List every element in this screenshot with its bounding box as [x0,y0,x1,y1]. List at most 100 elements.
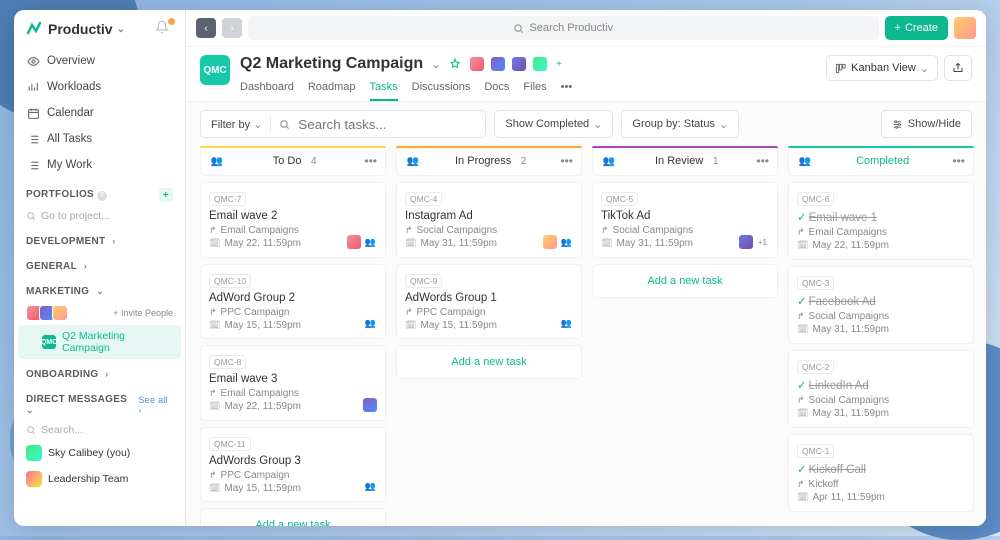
avatar[interactable] [532,56,548,72]
task-card[interactable]: QMC-11AdWords Group 3PPC CampaignMay 15,… [200,427,386,502]
members-icon[interactable]: 👥 [560,317,573,330]
onboarding-section[interactable]: ONBOARDING › [14,359,185,384]
add-member-icon[interactable]: + [553,59,562,70]
user-avatar[interactable] [954,17,976,39]
more-avatars[interactable]: +1 [756,238,769,247]
notification-dot [168,18,175,25]
create-button[interactable]: +Create [885,16,948,40]
nav-back-button[interactable]: ‹ [196,18,216,38]
task-card[interactable]: QMC-2LinkedIn AdSocial CampaignsMay 31, … [788,350,974,428]
avatar[interactable] [543,235,557,249]
avatar[interactable] [347,235,361,249]
direct-messages-section[interactable]: DIRECT MESSAGES ⌄ See all › [14,384,185,420]
tab-discussions[interactable]: Discussions [412,77,471,101]
add-portfolio-button[interactable]: + [159,188,173,202]
development-section[interactable]: DEVELOPMENT › [14,226,185,251]
nav-forward-button[interactable]: › [222,18,242,38]
members-icon[interactable]: 👥 [209,153,225,169]
members-icon[interactable]: 👥 [364,480,377,493]
avatar[interactable] [469,56,485,72]
dm-item[interactable]: Sky Calibey (you) [14,440,185,466]
card-title: Instagram Ad [405,210,573,222]
task-card[interactable]: QMC-6Email wave 1Email CampaignsMay 22, … [788,182,974,260]
tab-roadmap[interactable]: Roadmap [308,77,356,101]
group-by-selector[interactable]: Group by: Status ⌄ [621,110,739,138]
column-title: In Progress 2 [421,155,560,167]
column-header: 👥To Do 4••• [200,146,386,176]
marketing-section[interactable]: MARKETING ⌄ [14,276,185,301]
avatar[interactable] [52,305,68,321]
sidebar-item-q2-marketing[interactable]: QMC Q2 Marketing Campaign [18,325,181,359]
global-search[interactable]: Search Productiv [248,16,879,40]
sidebar: Productiv ⌄ OverviewWorkloadsCalendar All… [14,10,186,526]
tab-files[interactable]: Files [523,77,546,101]
card-title: Email wave 1 [797,210,965,224]
column-done: 👥Completed••• QMC-6 Email wave 1 Email Camp… [788,146,974,516]
view-selector[interactable]: Kanban View ⌄ [826,55,938,81]
column-more-button[interactable]: ••• [364,154,377,168]
filter-search-box: Filter by ⌄ [200,110,486,138]
tab-more[interactable]: ••• [561,77,573,101]
task-card[interactable]: QMC-4Instagram AdSocial CampaignsMay 31,… [396,182,582,258]
group-by-value: Status [684,118,715,130]
project-header: QMC Q2 Marketing Campaign ⌄ + DashboardR… [186,47,986,102]
task-card[interactable]: QMC-5TikTok AdSocial CampaignsMay 31, 11… [592,182,778,258]
task-card[interactable]: QMC-1Kickoff CallKickoffApr 11, 11:59pm [788,434,974,512]
task-card[interactable]: QMC-9AdWords Group 1PPC CampaignMay 15, … [396,264,582,339]
card-id: QMC-6 [797,192,834,206]
kanban-icon [835,63,846,74]
filter-button[interactable]: Filter by ⌄ [211,118,262,131]
members-icon[interactable]: 👥 [601,153,617,169]
card-id: QMC-4 [405,192,442,206]
members-icon[interactable]: 👥 [405,153,421,169]
kanban-board: 👥To Do 4••• QMC-7Email wave 2Email Campai… [186,146,986,526]
avatar[interactable] [511,56,527,72]
nav-label: All Tasks [47,133,92,145]
task-card[interactable]: QMC-10AdWord Group 2PPC CampaignMay 15, … [200,264,386,339]
column-more-button[interactable]: ••• [560,154,573,168]
nav-item-my-work[interactable]: My Work [14,152,185,178]
portfolios-header[interactable]: PORTFOLIOS ? + [14,178,185,206]
pin-icon[interactable] [449,58,461,70]
nav-item-workloads[interactable]: Workloads [14,74,185,100]
add-task-button[interactable]: Add a new task [396,345,582,379]
tab-dashboard[interactable]: Dashboard [240,77,294,101]
avatar[interactable] [739,235,753,249]
see-all-link[interactable]: See all › [138,395,173,415]
go-to-project[interactable]: Go to project... [14,206,185,226]
show-completed-toggle[interactable]: Show Completed ⌄ [494,110,613,138]
column-more-button[interactable]: ••• [756,154,769,168]
chevron-down-icon[interactable]: ⌄ [431,57,441,71]
add-task-button[interactable]: Add a new task [200,508,386,526]
tab-docs[interactable]: Docs [484,77,509,101]
brand[interactable]: Productiv ⌄ [14,18,185,48]
card-parent: Email Campaigns [797,227,965,238]
share-button[interactable] [944,55,972,81]
general-section[interactable]: GENERAL › [14,251,185,276]
add-task-button[interactable]: Add a new task [592,264,778,298]
invite-people[interactable]: + Invite People [113,308,173,318]
nav-item-all-tasks[interactable]: All Tasks [14,126,185,152]
dm-search[interactable]: Search... [14,420,185,440]
members-icon[interactable]: 👥 [364,317,377,330]
task-search-input[interactable] [298,117,475,132]
nav-item-overview[interactable]: Overview [14,48,185,74]
card-title: Kickoff Call [797,462,965,476]
show-hide-button[interactable]: Show/Hide [881,110,972,138]
nav-label: My Work [47,159,92,171]
avatar[interactable] [490,56,506,72]
notification-bell[interactable] [155,20,173,38]
avatar[interactable] [363,398,377,412]
nav-item-calendar[interactable]: Calendar [14,100,185,126]
members-icon[interactable]: 👥 [560,236,573,249]
members-icon[interactable]: 👥 [364,236,377,249]
members-icon[interactable]: 👥 [797,153,813,169]
task-card[interactable]: QMC-8Email wave 3Email CampaignsMay 22, … [200,345,386,421]
column-more-button[interactable]: ••• [952,154,965,168]
column-header: 👥Completed••• [788,146,974,176]
column-header: 👥In Progress 2••• [396,146,582,176]
tab-tasks[interactable]: Tasks [370,77,398,101]
task-card[interactable]: QMC-3Facebook AdSocial CampaignsMay 31, … [788,266,974,344]
task-card[interactable]: QMC-7Email wave 2Email CampaignsMay 22, … [200,182,386,258]
dm-item[interactable]: Leadership Team [14,466,185,492]
